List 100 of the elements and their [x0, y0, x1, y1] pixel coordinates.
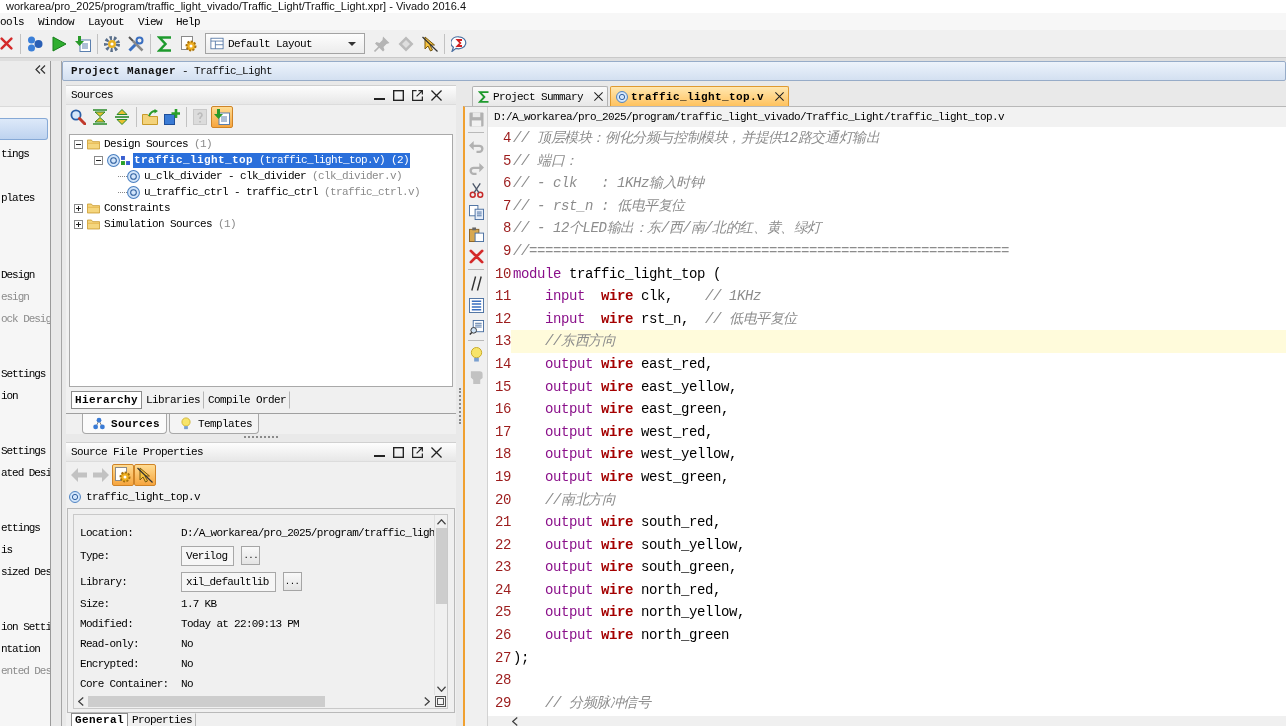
maximize-icon[interactable]: [393, 446, 404, 458]
document-search-icon[interactable]: [468, 319, 484, 335]
tools-icon[interactable]: [128, 35, 144, 52]
code-line: //东西方向: [545, 332, 616, 352]
editor-tab[interactable]: Project Summary: [472, 86, 609, 106]
cross-icon[interactable]: [0, 37, 13, 50]
add-icon[interactable]: [164, 109, 180, 125]
splitter-handle[interactable]: [244, 436, 278, 438]
gear-document-icon[interactable]: [112, 463, 134, 486]
sidebar-item[interactable]: plates: [0, 187, 35, 209]
speech-bubble-icon[interactable]: [451, 35, 467, 52]
scroll-right-icon[interactable]: [424, 697, 430, 706]
sigma-icon[interactable]: [157, 35, 173, 52]
maximize-icon[interactable]: [393, 89, 404, 101]
gear-icon[interactable]: [104, 35, 120, 52]
arrows-converge-icon[interactable]: [92, 109, 108, 125]
sidebar-item[interactable]: Settings: [0, 440, 46, 462]
line-number: 9: [503, 242, 511, 259]
tab[interactable]: Hierarchy: [71, 391, 142, 409]
sidebar-item[interactable]: Design: [0, 264, 35, 286]
plus-icon[interactable]: [74, 203, 83, 213]
sidebar-item[interactable]: sized Des: [0, 561, 50, 583]
scroll-left-icon[interactable]: [78, 697, 84, 706]
menu-item[interactable]: ools: [0, 14, 24, 29]
tab[interactable]: Compile Order: [204, 391, 291, 409]
close-icon[interactable]: [431, 89, 442, 101]
value-field[interactable]: xil_defaultlib: [181, 571, 276, 592]
value-field[interactable]: Verilog: [181, 545, 235, 566]
tree-item[interactable]: Design Sources (1): [103, 136, 214, 152]
popout-icon[interactable]: [412, 446, 423, 458]
minus-icon[interactable]: [94, 155, 103, 165]
sidebar-item[interactable]: ion Setti: [0, 616, 50, 638]
cursor-icon[interactable]: [134, 463, 156, 486]
panel-title: Source File Properties: [71, 446, 204, 458]
tree-item[interactable]: u_clk_divider - clk_divider (clk_divider.v): [143, 168, 404, 184]
horizontal-scrollbar[interactable]: [488, 716, 1286, 726]
tab[interactable]: General: [71, 713, 128, 726]
close-icon[interactable]: [594, 92, 604, 101]
sidebar-item[interactable]: ntation: [0, 638, 40, 660]
sidebar-item[interactable]: is: [0, 539, 13, 561]
menu-item[interactable]: Help: [176, 14, 201, 29]
scroll-up-icon[interactable]: [436, 519, 446, 525]
code-line: );: [513, 648, 529, 668]
code-line: // - 12个LED输出：东/西/南/北的红、黄、绿灯: [513, 219, 822, 239]
layout-dropdown[interactable]: Default Layout: [205, 33, 365, 54]
minus-icon[interactable]: [74, 139, 83, 149]
tab[interactable]: Templates: [169, 414, 260, 434]
close-icon[interactable]: [775, 92, 785, 101]
arrows-diverge-icon[interactable]: [114, 109, 130, 125]
code-line: output wire east_green,: [545, 400, 730, 420]
sidebar-item[interactable]: tings: [0, 143, 29, 165]
line-number: 13: [495, 333, 511, 350]
plus-icon[interactable]: [74, 219, 83, 229]
list-icon[interactable]: [468, 297, 484, 313]
disc-icon: [616, 90, 629, 103]
editor-tab[interactable]: traffic_light_top.v: [610, 86, 790, 106]
scroll-down-icon[interactable]: [436, 686, 446, 692]
tree-item[interactable]: traffic_light_top (traffic_light_top.v) (2): [133, 152, 411, 168]
square-icon[interactable]: [435, 696, 446, 707]
folder-arrow-icon[interactable]: [142, 109, 158, 125]
lightbulb-icon[interactable]: [468, 346, 484, 362]
line-number: 16: [495, 401, 511, 418]
sidebar-item[interactable]: ion: [0, 385, 18, 407]
document-arrow-icon[interactable]: [75, 35, 91, 52]
menu-item[interactable]: Layout: [88, 14, 125, 29]
cross-icon[interactable]: [468, 248, 484, 264]
cluster-icon[interactable]: [27, 35, 43, 52]
sidebar-item[interactable]: Settings: [0, 363, 46, 385]
paste-icon[interactable]: [468, 226, 484, 242]
line-number: 22: [495, 536, 511, 553]
scissors-icon[interactable]: [468, 182, 484, 198]
browse-button[interactable]: ...: [282, 572, 302, 591]
splitter-handle[interactable]: [458, 387, 461, 424]
double-slash-icon[interactable]: [468, 275, 484, 291]
sidebar-item[interactable]: ated Desi: [0, 462, 50, 484]
menu-item[interactable]: Window: [38, 14, 75, 29]
browse-button[interactable]: ...: [241, 546, 261, 565]
scroll-left-icon[interactable]: [512, 716, 518, 726]
chevrons-icon[interactable]: [35, 65, 46, 74]
vertical-scrollbar[interactable]: [434, 515, 447, 695]
scrollbar-thumb[interactable]: [88, 696, 325, 707]
code-line: output wire north_red,: [545, 580, 722, 600]
close-icon[interactable]: [431, 446, 442, 458]
sidebar-item[interactable]: ettings: [0, 517, 40, 539]
popout-icon[interactable]: [412, 89, 423, 101]
tab[interactable]: Sources: [82, 414, 167, 434]
tree-item[interactable]: Simulation Sources (1): [103, 216, 238, 232]
code-line: // 分频脉冲信号: [545, 693, 651, 713]
gear-document-icon[interactable]: [181, 35, 197, 52]
line-number: 24: [495, 581, 511, 598]
copy-icon[interactable]: [468, 204, 484, 220]
play-icon[interactable]: [51, 35, 67, 52]
tab[interactable]: Properties: [128, 713, 197, 726]
tree-item[interactable]: u_traffic_ctrl - traffic_ctrl (traffic_ctrl.v): [143, 184, 422, 200]
scrollbar-thumb[interactable]: [435, 528, 447, 604]
search-icon[interactable]: [70, 109, 86, 125]
tree-item[interactable]: Constraints: [103, 200, 171, 216]
menu-item[interactable]: View: [138, 14, 163, 29]
tab[interactable]: Libraries: [142, 391, 205, 409]
cursor-icon[interactable]: [422, 35, 438, 52]
